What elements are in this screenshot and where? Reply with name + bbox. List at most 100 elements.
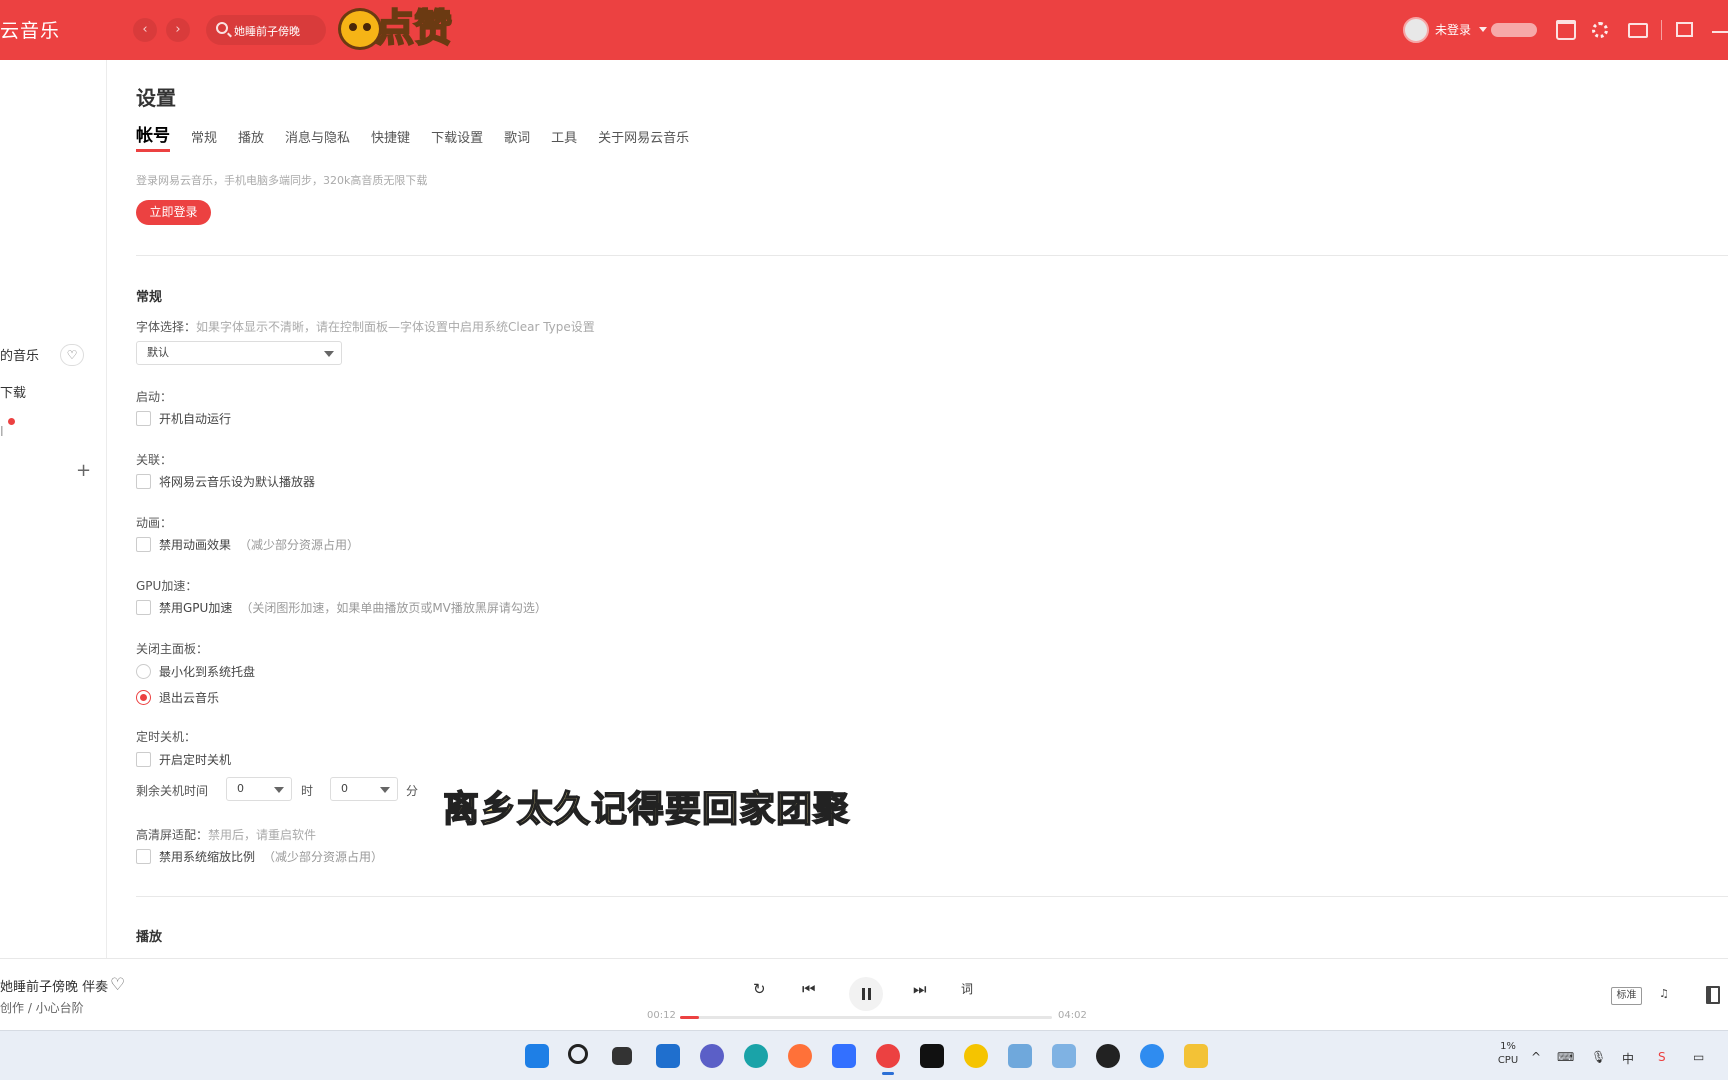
shutdown-option[interactable]: 开启定时关机 [136,751,231,767]
chevron-up-icon[interactable]: ^ [1531,1050,1541,1064]
pause-button[interactable] [849,977,883,1011]
hidpi-checkbox[interactable] [136,848,151,864]
netease-music-icon[interactable] [876,1044,900,1075]
add-playlist-icon[interactable]: + [76,460,91,481]
search-placeholder: 她睡前子傍晚 [234,25,300,38]
font-select[interactable]: 默认 [136,341,342,365]
vip-badge[interactable] [1491,23,1537,37]
heart-icon[interactable]: ♡ [110,975,125,995]
sidebar-item-download[interactable]: 下载 [0,382,26,401]
video-subtitle-overlay: 离乡太久记得要回家团聚 [442,788,851,831]
volume-icon[interactable] [1706,986,1720,1004]
close-panel-option-exit[interactable]: 退出云音乐 [136,689,219,705]
shutdown-minutes-value: 0 [341,782,348,795]
hidpi-option-label: 禁用系统缩放比例 [159,849,256,864]
gpu-option[interactable]: 禁用GPU加速 （关闭图形加速，如果单曲播放页或MV播放黑屏请勾选） [136,599,547,615]
tab-account[interactable]: 帐号 [136,121,170,152]
song-title[interactable]: 她睡前子傍晚 伴奏 [0,976,108,995]
search-icon [216,22,228,34]
association-checkbox[interactable] [136,473,151,489]
back-button[interactable]: ‹ [133,18,157,42]
animation-checkbox[interactable] [136,536,151,552]
network-tool-icon[interactable] [1008,1044,1032,1068]
heart-mode-icon[interactable]: ♡ [60,344,84,366]
shutdown-minutes-select[interactable]: 0 [330,777,398,801]
tab-general[interactable]: 常规 [191,127,217,152]
widgets-icon[interactable] [656,1044,680,1068]
forward-button[interactable]: › [166,18,190,42]
chevron-down-icon[interactable] [1479,27,1487,32]
startup-checkbox[interactable] [136,410,151,426]
tab-playback[interactable]: 播放 [238,127,264,152]
gpu-checkbox[interactable] [136,599,151,615]
obs-icon[interactable] [1096,1044,1120,1068]
minimize-icon[interactable] [1712,31,1728,33]
startup-option[interactable]: 开机自动运行 [136,410,231,426]
tab-tools[interactable]: 工具 [551,127,577,152]
previous-track-icon[interactable]: ⏮ [802,980,816,998]
shutdown-hours-select[interactable]: 0 [226,777,292,801]
tab-shortcuts[interactable]: 快捷键 [371,127,410,152]
network-tool-2-icon[interactable] [1052,1044,1076,1068]
next-track-icon[interactable]: ⏭ [913,980,927,998]
tab-about[interactable]: 关于网易云音乐 [598,127,689,152]
song-artist[interactable]: 创作 / 小心台阶 [0,999,84,1016]
sidebar-item-my-music[interactable]: 的音乐 [0,345,39,364]
ime-indicator[interactable]: 中 [1622,1050,1634,1067]
animation-option[interactable]: 禁用动画效果 （减少部分资源占用） [136,536,359,552]
microphone-icon[interactable]: 🎙 [1591,1050,1606,1064]
minutes-unit: 分 [406,784,419,798]
minimize-radio-label: 最小化到系统托盘 [159,664,256,679]
avatar[interactable] [1403,17,1429,43]
chat-icon[interactable] [700,1044,724,1068]
progress-fill [680,1016,699,1019]
close-panel-label: 关闭主面板： [136,642,209,656]
kugou-icon[interactable] [1140,1044,1164,1068]
file-explorer-icon[interactable] [1184,1044,1208,1068]
shutdown-label: 定时关机： [136,730,197,744]
login-status[interactable]: 未登录 [1435,21,1471,38]
repeat-icon[interactable]: ↻ [753,980,766,998]
tab-messages-privacy[interactable]: 消息与隐私 [285,127,350,152]
quality-button[interactable]: 标准 [1611,987,1642,1005]
display-icon[interactable]: ▭ [1693,1050,1704,1064]
exit-radio[interactable] [136,689,151,705]
taskbar: 1% CPU ^ ⌨ 🎙 中 S ▭ [0,1030,1728,1080]
hidpi-option[interactable]: 禁用系统缩放比例 （减少部分资源占用） [136,848,383,864]
sogou-icon[interactable]: S [1658,1050,1666,1064]
search-input[interactable]: 她睡前子傍晚 [206,15,326,45]
progress-bar[interactable] [680,1016,1052,1019]
edge-icon[interactable] [744,1044,768,1068]
lyrics-icon[interactable]: 词 [961,980,973,997]
qq-music-icon[interactable] [964,1044,988,1068]
animation-label: 动画： [136,516,173,530]
cpu-percent: 1% [1500,1041,1516,1052]
skin-icon[interactable] [1556,20,1576,40]
association-option-label: 将网易云音乐设为默认播放器 [159,474,316,489]
gear-icon[interactable] [1592,22,1608,38]
login-button[interactable]: 立即登录 [136,200,211,225]
firefox-icon[interactable] [788,1044,812,1068]
association-option[interactable]: 将网易云音乐设为默认播放器 [136,473,315,489]
tab-download-settings[interactable]: 下载设置 [431,127,483,152]
minimize-radio[interactable] [136,663,151,679]
keyboard-icon[interactable]: ⌨ [1557,1050,1574,1064]
shutdown-checkbox[interactable] [136,751,151,767]
animation-option-label: 禁用动画效果 [159,537,232,552]
chevron-down-icon [274,787,284,793]
account-description: 登录网易云音乐，手机电脑多端同步，320k高音质无限下载 [136,174,428,187]
search-icon[interactable] [568,1044,588,1064]
sidebar-item-partial[interactable]: l [0,425,4,440]
divider [1661,20,1662,40]
windows-start-icon[interactable] [525,1044,549,1068]
sound-effect-icon[interactable]: ♫ [1659,987,1687,1005]
close-panel-option-minimize[interactable]: 最小化到系统托盘 [136,663,255,679]
capcut-icon[interactable] [920,1044,944,1068]
like-sticker: 点赞 [338,4,462,52]
mini-mode-icon[interactable] [1676,22,1693,37]
feishu-icon[interactable] [832,1044,856,1068]
task-view-icon[interactable] [612,1047,632,1065]
tab-lyrics[interactable]: 歌词 [504,127,530,152]
mail-icon[interactable] [1628,23,1648,38]
chevron-down-icon [324,351,334,357]
